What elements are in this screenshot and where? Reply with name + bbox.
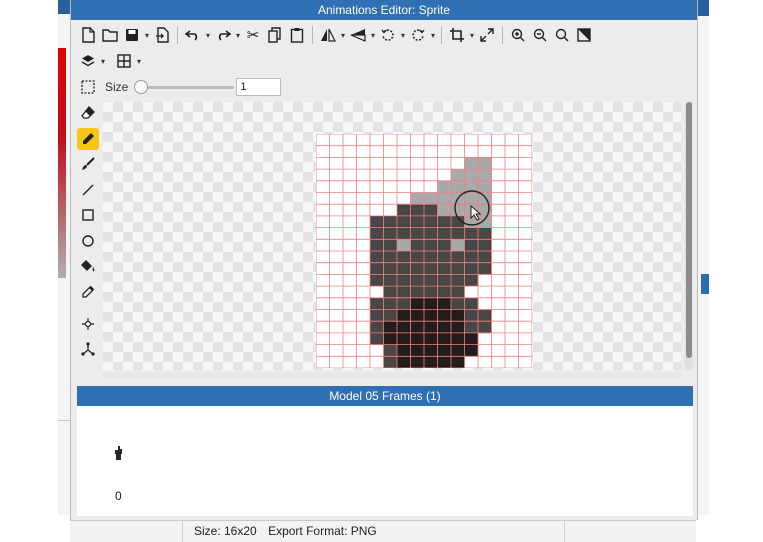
undo-icon[interactable] <box>182 24 204 46</box>
background-titlebar-fragment <box>697 0 709 16</box>
chevron-down-icon[interactable]: ▾ <box>135 57 143 66</box>
horizontal-scrollbar[interactable] <box>103 372 681 378</box>
crop-icon[interactable] <box>446 24 468 46</box>
sprite-canvas-area[interactable] <box>103 102 681 370</box>
chevron-down-icon[interactable]: ▾ <box>234 31 242 40</box>
selection-tool-icon[interactable] <box>77 76 99 98</box>
animations-editor-window: Animations Editor: Sprite ▾ ▾ ▾ ✂ ▾ ▾ ▾ … <box>70 0 698 520</box>
chevron-down-icon[interactable]: ▾ <box>468 31 476 40</box>
brush-cursor <box>454 190 490 226</box>
layer-toolbar: ▾ ▾ <box>77 50 143 72</box>
fill-bucket-icon[interactable] <box>77 255 99 277</box>
background-tab-fragment <box>701 274 709 294</box>
ellipse-tool-icon[interactable] <box>77 230 99 252</box>
pencil-tool-icon[interactable] <box>77 127 99 150</box>
slider-track <box>134 86 235 89</box>
zoom-fit-icon[interactable] <box>551 24 573 46</box>
vertical-scrollbar[interactable] <box>685 102 693 370</box>
chevron-down-icon[interactable]: ▾ <box>339 31 347 40</box>
background-titlebar-fragment <box>58 0 70 14</box>
status-export-format: Export Format: PNG <box>268 524 377 538</box>
background-color-strip <box>58 48 66 278</box>
chevron-down-icon[interactable]: ▾ <box>143 31 151 40</box>
copy-icon[interactable] <box>264 24 286 46</box>
chevron-down-icon[interactable]: ▾ <box>99 57 107 66</box>
grid-icon[interactable] <box>113 50 135 72</box>
line-tool-icon[interactable] <box>77 179 99 201</box>
brush-tool-icon[interactable] <box>77 153 99 175</box>
invert-icon[interactable] <box>573 24 595 46</box>
chevron-down-icon[interactable]: ▾ <box>429 31 437 40</box>
paste-icon[interactable] <box>286 24 308 46</box>
drawing-tools <box>77 102 99 364</box>
toolbar-separator <box>177 26 178 44</box>
window-title: Animations Editor: Sprite <box>71 0 697 20</box>
status-size: Size: 16x20 <box>194 524 257 538</box>
layers-icon[interactable] <box>77 50 99 72</box>
flip-vertical-icon[interactable] <box>347 24 369 46</box>
redo-icon[interactable] <box>212 24 234 46</box>
move-tool-icon[interactable] <box>77 313 99 335</box>
frame-thumbnail[interactable] <box>115 446 123 460</box>
brush-size-bar: Size 1 <box>77 76 282 98</box>
rotate-left-icon[interactable] <box>377 24 399 46</box>
size-label: Size <box>105 80 129 94</box>
background-panel-fragment <box>58 420 70 511</box>
eyedropper-icon[interactable] <box>77 281 99 303</box>
eraser-tool-icon[interactable] <box>77 102 99 124</box>
new-file-icon[interactable] <box>77 24 99 46</box>
toolbar-separator <box>502 26 503 44</box>
frame-index-label: 0 <box>115 489 122 503</box>
zoom-out-icon[interactable] <box>529 24 551 46</box>
chevron-down-icon[interactable]: ▾ <box>399 31 407 40</box>
brush-size-slider[interactable] <box>134 80 235 94</box>
toolbar-separator <box>441 26 442 44</box>
resize-icon[interactable] <box>476 24 498 46</box>
flip-horizontal-icon[interactable] <box>317 24 339 46</box>
open-folder-icon[interactable] <box>99 24 121 46</box>
rotate-right-icon[interactable] <box>407 24 429 46</box>
status-divider <box>564 521 565 542</box>
status-divider <box>182 521 183 542</box>
skeleton-tool-icon[interactable] <box>77 338 99 360</box>
slider-thumb[interactable] <box>134 80 149 94</box>
chevron-down-icon[interactable]: ▾ <box>369 31 377 40</box>
toolbar-separator <box>312 26 313 44</box>
cut-icon[interactable]: ✂ <box>242 24 264 46</box>
status-text: Size: 16x20 Export Format: PNG <box>194 524 385 538</box>
zoom-in-icon[interactable] <box>507 24 529 46</box>
export-icon[interactable] <box>151 24 173 46</box>
status-bar: Size: 16x20 Export Format: PNG <box>70 520 696 542</box>
sprite-canvas[interactable] <box>316 134 532 368</box>
rectangle-tool-icon[interactable] <box>77 204 99 226</box>
scrollbar-thumb[interactable] <box>686 102 692 358</box>
chevron-down-icon[interactable]: ▾ <box>204 31 212 40</box>
frames-panel-header: Model 05 Frames (1) <box>77 386 693 406</box>
main-toolbar: ▾ ▾ ▾ ✂ ▾ ▾ ▾ ▾ ▾ <box>77 24 595 46</box>
frames-panel: 0 <box>77 406 693 516</box>
save-icon[interactable] <box>121 24 143 46</box>
brush-size-input[interactable]: 1 <box>236 78 282 96</box>
